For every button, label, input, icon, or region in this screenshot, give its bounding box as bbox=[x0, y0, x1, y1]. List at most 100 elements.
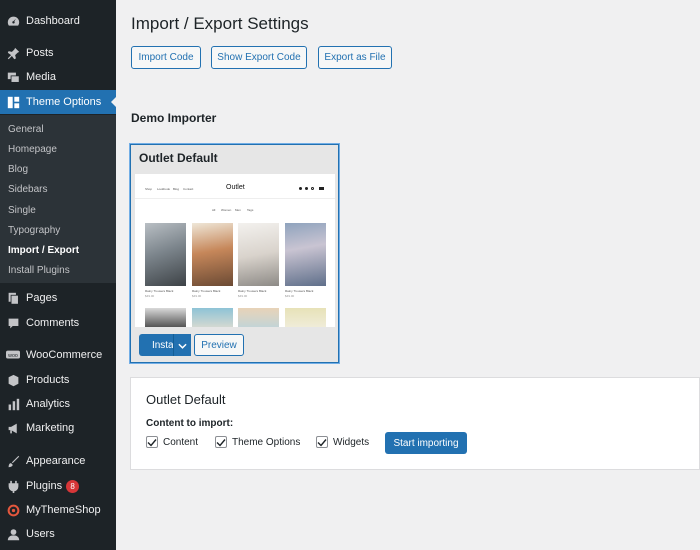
sidebar-item-comments[interactable]: Comments bbox=[0, 311, 116, 335]
preview-product-name: Rainy Trousers Black bbox=[145, 289, 174, 293]
preview-product-image bbox=[192, 308, 233, 327]
show-export-code-button[interactable]: Show Export Code bbox=[211, 46, 307, 69]
widgets-option-label: Widgets bbox=[333, 436, 370, 448]
bar-chart-icon bbox=[6, 397, 20, 411]
sidebar-item-label: Plugins bbox=[26, 480, 63, 492]
import-code-button[interactable]: Import Code bbox=[131, 46, 201, 69]
theme-options-submenu: General Homepage Blog Sidebars Single Ty… bbox=[0, 115, 116, 283]
sidebar-item-label: Products bbox=[26, 374, 70, 386]
sidebar-item-label: Theme Options bbox=[26, 96, 102, 108]
demo-card[interactable]: Outlet Default Shop Lookbook Blog Contac… bbox=[130, 144, 339, 363]
sidebar-item-label: Comments bbox=[26, 317, 80, 329]
demo-importer-heading: Demo Importer bbox=[131, 111, 217, 125]
dashboard-icon bbox=[6, 14, 20, 28]
preview-button[interactable]: Preview bbox=[194, 334, 244, 356]
preview-divider bbox=[135, 198, 335, 199]
import-options-panel: Outlet Default Content to import: Conten… bbox=[130, 377, 700, 470]
theme-options-checkbox[interactable] bbox=[215, 436, 227, 448]
preview-product-price: $49.00 bbox=[145, 294, 155, 298]
sidebar-item-label: Users bbox=[26, 528, 55, 540]
sidebar-item-label: WooCommerce bbox=[26, 349, 103, 361]
preview-product-image bbox=[238, 223, 279, 286]
sidebar-item-label: Media bbox=[26, 71, 56, 83]
sidebar-item-label: Dashboard bbox=[26, 15, 80, 27]
submenu-install-plugins[interactable]: Install Plugins bbox=[8, 265, 70, 276]
preview-product-image bbox=[192, 223, 233, 286]
content-checkbox[interactable] bbox=[146, 436, 158, 448]
preview-logo: Outlet bbox=[226, 184, 245, 191]
content-option-label: Content bbox=[163, 436, 199, 448]
sidebar-item-posts[interactable]: Posts bbox=[0, 41, 116, 65]
sidebar-item-theme-options[interactable]: Theme Options bbox=[0, 90, 116, 114]
sidebar-item-marketing[interactable]: Marketing bbox=[0, 416, 116, 440]
sidebar-item-analytics[interactable]: Analytics bbox=[0, 392, 116, 416]
submenu-typography[interactable]: Typography bbox=[8, 225, 60, 236]
preview-tab: Women bbox=[221, 208, 232, 212]
submenu-homepage[interactable]: Homepage bbox=[8, 144, 57, 155]
widgets-option[interactable]: Widgets bbox=[316, 436, 369, 448]
preview-nav-item: Lookbook bbox=[157, 187, 171, 191]
content-to-import-label: Content to import: bbox=[146, 418, 234, 429]
theme-options-option[interactable]: Theme Options bbox=[215, 436, 300, 448]
pages-icon bbox=[6, 291, 20, 305]
preview-product-name: Rainy Trousers Black bbox=[192, 289, 221, 293]
brush-icon bbox=[6, 454, 20, 468]
install-dropdown-toggle[interactable] bbox=[173, 334, 191, 356]
demo-title: Outlet Default bbox=[139, 151, 218, 165]
comment-icon bbox=[6, 316, 20, 330]
preview-product-image bbox=[285, 223, 326, 286]
sidebar-item-label: Analytics bbox=[26, 398, 71, 410]
content-option[interactable]: Content bbox=[146, 436, 198, 448]
plugins-update-badge: 8 bbox=[66, 479, 80, 493]
sidebar-item-pages[interactable]: Pages bbox=[0, 286, 116, 310]
start-importing-button[interactable]: Start importing bbox=[385, 432, 467, 454]
preview-product-price: $49.00 bbox=[238, 294, 248, 298]
preview-nav-item: Blog bbox=[173, 187, 180, 191]
sidebar-item-label: Marketing bbox=[26, 422, 75, 434]
sidebar-item-media[interactable]: Media bbox=[0, 65, 116, 89]
preview-product-price: $49.00 bbox=[192, 294, 202, 298]
megaphone-icon bbox=[6, 421, 20, 435]
sidebar-item-label: Appearance bbox=[26, 455, 86, 467]
submenu-blog[interactable]: Blog bbox=[8, 164, 28, 175]
sidebar-item-users[interactable]: Users bbox=[0, 522, 116, 546]
submenu-sidebars[interactable]: Sidebars bbox=[8, 184, 47, 195]
preview-social-icon bbox=[305, 187, 308, 190]
grid-icon bbox=[6, 95, 20, 109]
mts-icon bbox=[6, 503, 20, 517]
preview-search-icon bbox=[311, 187, 314, 190]
preview-product-image bbox=[145, 223, 186, 286]
sidebar-item-woocommerce[interactable]: woo WooCommerce bbox=[0, 343, 116, 367]
pin-icon bbox=[6, 46, 20, 60]
import-panel-title: Outlet Default bbox=[146, 392, 226, 407]
demo-preview-thumbnail: Shop Lookbook Blog Contact Outlet All Wo… bbox=[135, 174, 335, 327]
preview-nav-item: Shop bbox=[145, 187, 153, 191]
export-as-file-button[interactable]: Export as File bbox=[318, 46, 392, 69]
preview-product-image bbox=[238, 308, 279, 327]
submenu-general[interactable]: General bbox=[8, 124, 44, 135]
box-icon bbox=[6, 373, 20, 387]
sidebar-item-products[interactable]: Products bbox=[0, 368, 116, 392]
preview-product-name: Rainy Trousers Black bbox=[285, 289, 314, 293]
sidebar-item-mythemeshop[interactable]: MyThemeShop bbox=[0, 498, 116, 522]
woo-icon: woo bbox=[6, 348, 20, 362]
admin-sidebar: Dashboard Posts Media Theme Options Gene… bbox=[0, 0, 116, 550]
svg-text:woo: woo bbox=[8, 353, 18, 359]
preview-tab: All bbox=[212, 208, 216, 212]
plug-icon bbox=[6, 479, 20, 493]
preview-product-image bbox=[285, 308, 326, 327]
theme-options-option-label: Theme Options bbox=[232, 436, 301, 448]
sidebar-item-plugins[interactable]: Plugins 8 bbox=[0, 474, 116, 498]
preview-product-price: $49.00 bbox=[285, 294, 295, 298]
sidebar-item-dashboard[interactable]: Dashboard bbox=[0, 9, 116, 33]
submenu-import-export[interactable]: Import / Export bbox=[8, 245, 79, 256]
preview-nav-item: Contact bbox=[183, 187, 194, 191]
preview-social-icon bbox=[299, 187, 302, 190]
chevron-down-icon bbox=[178, 336, 187, 354]
submenu-single[interactable]: Single bbox=[8, 205, 36, 216]
widgets-checkbox[interactable] bbox=[316, 436, 328, 448]
sidebar-item-label: Posts bbox=[26, 47, 54, 59]
sidebar-item-appearance[interactable]: Appearance bbox=[0, 449, 116, 473]
user-icon bbox=[6, 527, 20, 541]
media-icon bbox=[6, 70, 20, 84]
